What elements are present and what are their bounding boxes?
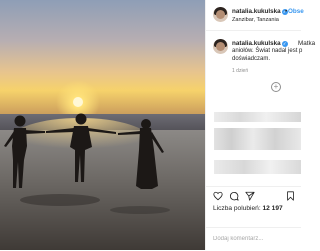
heart-icon[interactable] xyxy=(213,191,223,201)
username-text: natalia.kukulska xyxy=(232,40,281,47)
sunset-beach-image xyxy=(0,0,205,250)
comment-box xyxy=(206,227,301,251)
action-bar xyxy=(206,186,301,205)
caption-avatar[interactable] xyxy=(213,39,228,54)
caption-line: doświadczam. xyxy=(232,56,271,62)
comment-input[interactable] xyxy=(213,234,295,244)
post-photo[interactable] xyxy=(0,0,205,250)
caption-text-start: Matka xyxy=(298,40,316,47)
username-link[interactable]: natalia.kukulska ✓ xyxy=(232,8,288,15)
likes-count-link[interactable]: Liczba polubień: 12 197 xyxy=(213,205,283,212)
plus-circle-icon[interactable]: + xyxy=(271,82,281,92)
comment-bubble-icon[interactable] xyxy=(229,191,239,201)
likes-count: 12 197 xyxy=(262,205,283,212)
verified-badge-icon: ✓ xyxy=(281,41,288,47)
avatar[interactable] xyxy=(213,7,228,22)
caption-username-link[interactable]: natalia.kukulska ✓ xyxy=(232,40,288,47)
blurred-comment xyxy=(214,112,301,122)
follow-button[interactable]: Obse xyxy=(288,8,304,15)
share-arrow-icon[interactable] xyxy=(245,191,255,201)
caption-line: aniołów. Świat nadal jest p xyxy=(232,48,303,54)
separator-dot: • xyxy=(285,8,288,15)
likes-label: Liczba polubień: xyxy=(213,205,261,212)
post-sidebar: natalia.kukulska ✓ • Obse Zanzibar, Tanza… xyxy=(205,0,315,251)
instagram-post: natalia.kukulska ✓ • Obse Zanzibar, Tanza… xyxy=(0,0,315,251)
username-text: natalia.kukulska xyxy=(232,8,281,15)
avatar-face xyxy=(216,42,225,51)
location-link[interactable]: Zanzibar, Tanzania xyxy=(232,17,279,23)
caption-time: 1 dzień xyxy=(232,68,249,74)
post-header: natalia.kukulska ✓ • Obse Zanzibar, Tanza… xyxy=(206,0,304,31)
bookmark-icon[interactable] xyxy=(286,191,295,201)
blurred-comment xyxy=(214,128,301,150)
blurred-comment xyxy=(214,160,301,174)
avatar-face xyxy=(216,10,225,19)
